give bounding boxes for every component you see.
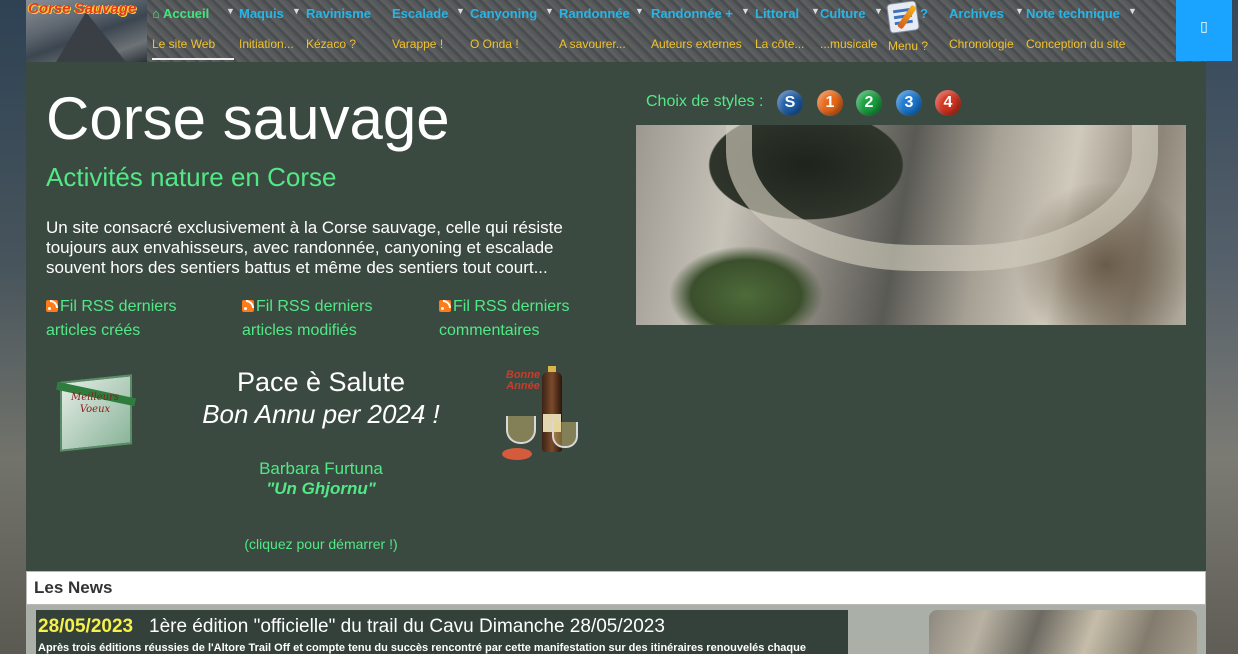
rss-icon bbox=[439, 300, 451, 312]
greeting-card-image: Meilleurs Voeux bbox=[48, 370, 146, 458]
champagne-image: Bonne Année bbox=[496, 366, 596, 466]
nav-subitem-littoral[interactable]: La côte... bbox=[755, 37, 804, 51]
nav-item-label[interactable]: Ravinisme bbox=[306, 6, 371, 21]
rss-link-line2[interactable]: articles créés bbox=[46, 322, 140, 339]
nav-item-label[interactable]: Archives bbox=[949, 6, 1004, 21]
nav-item-label[interactable]: Canyoning bbox=[470, 6, 537, 21]
nav-item-menu[interactable]: ? Menu ? bbox=[886, 0, 946, 62]
rss-link-line2[interactable]: articles modifiés bbox=[242, 322, 357, 339]
music-player-link[interactable]: Barbara Furtuna "Un Ghjornu" bbox=[186, 458, 456, 499]
nav-subitem-note-technique[interactable]: Conception du site bbox=[1026, 37, 1125, 51]
nav-item-label[interactable]: Escalade bbox=[392, 6, 448, 21]
page-subtitle: Activités nature en Corse bbox=[46, 162, 337, 192]
chevron-down-icon[interactable]: ▼ bbox=[1015, 6, 1024, 16]
chevron-down-icon[interactable]: ▼ bbox=[1128, 6, 1137, 16]
nav-subitem-menu[interactable]: Menu ? bbox=[888, 39, 928, 53]
greeting-line1: Pace è Salute bbox=[236, 367, 406, 397]
background-right bbox=[1206, 0, 1238, 654]
logo-mountain-image bbox=[56, 12, 126, 62]
rss-link-articles-modified[interactable]: Fil RSS derniers articles modifiés bbox=[242, 295, 432, 343]
new-year-greeting: Pace è Salute Bon Annu per 2024 ! bbox=[186, 366, 456, 430]
style-button-s[interactable]: S bbox=[777, 90, 803, 116]
style-button-2[interactable]: 2 bbox=[856, 90, 882, 116]
nav-item-label[interactable]: Randonnée bbox=[559, 6, 630, 21]
nav-subitem-randonnee-plus[interactable]: Auteurs externes bbox=[651, 37, 742, 51]
background-left bbox=[0, 0, 26, 654]
nav-subitem-culture[interactable]: ...musicale bbox=[820, 37, 877, 51]
site-description: Un site consacré exclusivement à la Cors… bbox=[46, 218, 563, 277]
style-button-1[interactable]: 1 bbox=[817, 90, 843, 116]
hero-rock-arch-image bbox=[636, 125, 1186, 325]
news-section-title: Les News bbox=[34, 578, 113, 597]
style-button-3[interactable]: 3 bbox=[896, 90, 922, 116]
nav-item-label: Accueil bbox=[163, 6, 210, 21]
news-title-link[interactable]: 1ère édition "officielle" du trail du Ca… bbox=[149, 616, 665, 638]
site-logo[interactable]: Corse Sauvage bbox=[26, 0, 147, 62]
news-list: 28/05/2023 1ère édition "officielle" du … bbox=[26, 605, 1206, 654]
chevron-down-icon[interactable]: ▼ bbox=[811, 6, 820, 16]
style-button-4[interactable]: 4 bbox=[935, 90, 961, 116]
rss-link-line2[interactable]: commentaires bbox=[439, 322, 539, 339]
glass-shape bbox=[552, 422, 578, 448]
nav-item-label[interactable]: Littoral bbox=[755, 6, 799, 21]
rss-link-line1[interactable]: Fil RSS derniers bbox=[453, 298, 569, 315]
nav-subitem-escalade[interactable]: Varappe ! bbox=[392, 37, 443, 51]
greeting-card-text: Meilleurs Voeux bbox=[70, 392, 120, 415]
nav-item-label[interactable]: Note technique bbox=[1026, 6, 1120, 21]
main-navbar: Corse Sauvage ⌂ Accueil ▼ Le site Web Ma… bbox=[26, 0, 1232, 62]
chevron-down-icon[interactable]: ▼ bbox=[456, 6, 465, 16]
rss-link-line1[interactable]: Fil RSS derniers bbox=[256, 298, 372, 315]
active-tab-indicator bbox=[152, 58, 234, 60]
song-artist[interactable]: Barbara Furtuna bbox=[186, 458, 456, 479]
greeting-line2: Bon Annu per 2024 ! bbox=[202, 399, 440, 429]
rss-link-articles-created[interactable]: Fil RSS derniers articles créés bbox=[46, 295, 236, 343]
header-panel: Corse sauvage Activités nature en Corse … bbox=[26, 62, 1206, 571]
champagne-text: Bonne Année bbox=[505, 369, 541, 392]
nav-subitem-randonnee[interactable]: A savourer... bbox=[559, 37, 626, 51]
nav-item-label[interactable]: ? bbox=[920, 6, 928, 21]
chevron-down-icon[interactable]: ▼ bbox=[741, 6, 750, 16]
news-section-header: Les News bbox=[26, 571, 1206, 605]
rss-link-comments[interactable]: Fil RSS derniers commentaires bbox=[439, 295, 629, 343]
song-title[interactable]: "Un Ghjornu" bbox=[186, 479, 456, 499]
rss-link-line1[interactable]: Fil RSS derniers bbox=[60, 298, 176, 315]
news-item[interactable]: 28/05/2023 1ère édition "officielle" du … bbox=[36, 610, 848, 654]
nav-item-label[interactable]: Culture bbox=[820, 6, 866, 21]
news-date: 28/05/2023 bbox=[38, 616, 134, 637]
nav-subitem-archives[interactable]: Chronologie bbox=[949, 37, 1014, 51]
rss-icon bbox=[46, 300, 58, 312]
nav-subitem-canyoning[interactable]: O Onda ! bbox=[470, 37, 519, 51]
glass-shape bbox=[506, 416, 536, 444]
logo-text: Corse Sauvage bbox=[28, 0, 137, 17]
chevron-down-icon[interactable]: ▼ bbox=[545, 6, 554, 16]
chevron-down-icon[interactable]: ▼ bbox=[292, 6, 301, 16]
nav-subitem-maquis[interactable]: Initiation... bbox=[239, 37, 294, 51]
play-music-link[interactable]: (cliquez pour démarrer !) bbox=[186, 536, 456, 552]
home-icon: ⌂ bbox=[152, 6, 160, 21]
rss-icon bbox=[242, 300, 254, 312]
news-thumbnail-image[interactable] bbox=[929, 610, 1197, 654]
nav-item-label[interactable]: Maquis bbox=[239, 6, 284, 21]
chevron-down-icon[interactable]: ▼ bbox=[226, 6, 235, 16]
nav-item-label[interactable]: Randonnée + bbox=[651, 6, 733, 21]
styles-label: Choix de styles : bbox=[646, 93, 764, 110]
chevron-down-icon[interactable]: ▼ bbox=[635, 6, 644, 16]
toggle-menu-button[interactable]: ▯ bbox=[1176, 0, 1232, 61]
chevron-down-icon[interactable]: ▼ bbox=[874, 6, 883, 16]
nav-item-accueil-label[interactable]: ⌂ Accueil bbox=[152, 6, 209, 21]
page-title: Corse sauvage bbox=[46, 85, 450, 152]
news-excerpt: Après trois éditions réussies de l'Altor… bbox=[38, 642, 806, 654]
nav-subitem-accueil[interactable]: Le site Web bbox=[152, 37, 215, 51]
nav-subitem-ravinisme[interactable]: Kézaco ? bbox=[306, 37, 356, 51]
fruit-shape bbox=[502, 448, 532, 460]
